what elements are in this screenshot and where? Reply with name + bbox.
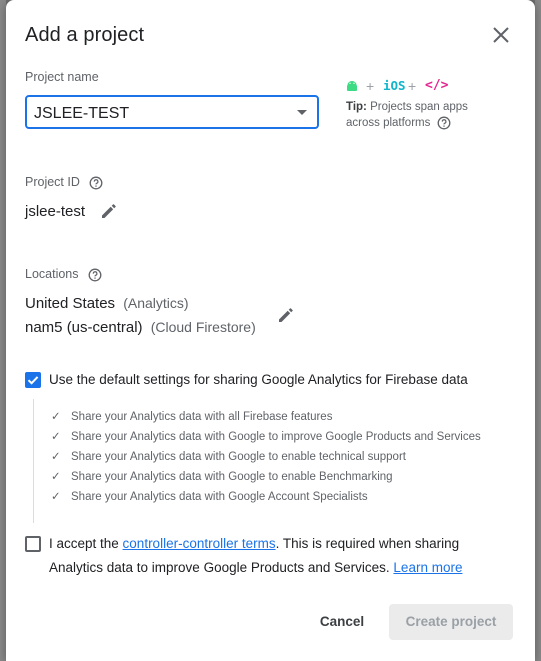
- sharing-item-text: Share your Analytics data with Google to…: [71, 451, 406, 463]
- locations-label: Locations: [25, 267, 79, 281]
- project-id-value: jslee-test: [25, 203, 86, 220]
- project-name-label: Project name: [25, 70, 99, 84]
- controller-terms-link[interactable]: controller-controller terms: [123, 536, 276, 551]
- cancel-button[interactable]: Cancel: [308, 606, 376, 638]
- close-button[interactable]: [490, 24, 512, 46]
- close-icon: [493, 27, 509, 43]
- terms-prefix: I accept the: [49, 536, 123, 551]
- analytics-location: United States (Analytics): [25, 295, 189, 312]
- plus-icon: +: [408, 78, 417, 94]
- analytics-location-value: United States: [25, 295, 116, 312]
- project-id-label: Project ID: [25, 175, 80, 189]
- list-item: ✓ Share your Analytics data with Google A…: [51, 487, 368, 507]
- accept-terms-label: I accept the controller-controller terms…: [49, 532, 509, 580]
- edit-project-id-button[interactable]: [99, 201, 119, 221]
- android-icon: [347, 81, 357, 91]
- check-icon: ✓: [51, 431, 61, 443]
- check-icon: ✓: [51, 491, 61, 503]
- dialog-title: Add a project: [25, 24, 145, 46]
- terms-line2: Analytics data to improve Google Product…: [49, 560, 394, 575]
- create-project-button[interactable]: Create project: [389, 604, 513, 640]
- sharing-settings-list: ✓ Share your Analytics data with all Fire…: [33, 399, 514, 523]
- backdrop-right: [535, 0, 541, 661]
- learn-more-link[interactable]: Learn more: [393, 560, 462, 575]
- tip-prefix: Tip:: [346, 101, 367, 113]
- ios-icon: iOS: [383, 78, 406, 93]
- check-icon: ✓: [51, 411, 61, 423]
- chevron-down-icon: [297, 110, 307, 115]
- platform-tip: Tip: Projects span apps across platforms: [346, 99, 486, 131]
- sharing-item-text: Share your Analytics data with Google Ac…: [71, 491, 368, 503]
- help-icon[interactable]: [88, 268, 102, 282]
- help-icon[interactable]: [89, 176, 103, 190]
- list-item: ✓ Share your Analytics data with Google t…: [51, 447, 406, 467]
- project-name-value: JSLEE-TEST: [34, 105, 130, 122]
- accept-terms-checkbox[interactable]: [25, 536, 41, 552]
- list-item: ✓ Share your Analytics data with all Fire…: [51, 407, 332, 427]
- sharing-item-text: Share your Analytics data with Google to…: [71, 471, 393, 483]
- check-icon: ✓: [51, 471, 61, 483]
- list-item: ✓ Share your Analytics data with Google t…: [51, 467, 393, 487]
- project-name-select[interactable]: JSLEE-TEST: [25, 95, 319, 129]
- locations-label-row: Locations: [25, 267, 102, 282]
- plus-icon: +: [366, 78, 375, 94]
- analytics-default-label: Use the default settings for sharing Goo…: [49, 372, 468, 387]
- help-icon[interactable]: [437, 116, 451, 130]
- pencil-icon: [102, 204, 116, 218]
- firestore-location-suffix: (Cloud Firestore): [150, 319, 256, 335]
- terms-middle: . This is required when sharing: [275, 536, 460, 551]
- analytics-default-checkbox[interactable]: [25, 372, 41, 388]
- firestore-location-value: nam5 (us-central): [25, 319, 143, 336]
- add-project-dialog: Add a project Project name JSLEE-TEST + …: [6, 0, 535, 661]
- web-code-icon: </>: [425, 78, 449, 93]
- firestore-location: nam5 (us-central) (Cloud Firestore): [25, 319, 256, 336]
- check-icon: ✓: [51, 451, 61, 463]
- sharing-item-text: Share your Analytics data with Google to…: [71, 431, 481, 443]
- list-item: ✓ Share your Analytics data with Google t…: [51, 427, 481, 447]
- edit-locations-button[interactable]: [276, 305, 296, 325]
- checkmark-icon: [27, 376, 39, 385]
- project-id-label-row: Project ID: [25, 175, 103, 190]
- analytics-location-suffix: (Analytics): [123, 295, 189, 311]
- sharing-item-text: Share your Analytics data with all Fireb…: [71, 411, 333, 423]
- pencil-icon: [279, 308, 293, 322]
